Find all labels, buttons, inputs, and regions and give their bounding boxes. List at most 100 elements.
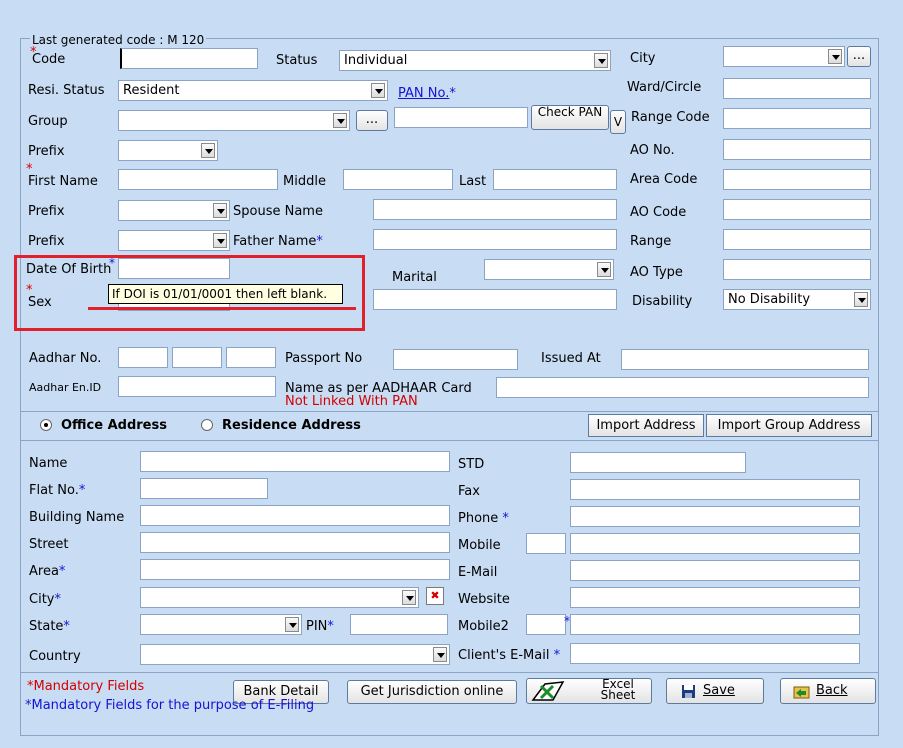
last-name-input[interactable] bbox=[493, 169, 617, 190]
father-prefix-select[interactable] bbox=[118, 230, 230, 251]
building-name-input[interactable] bbox=[140, 505, 450, 526]
mobile-input[interactable] bbox=[570, 533, 860, 554]
excel-sheet-button[interactable]: Excel Sheet bbox=[526, 678, 652, 704]
code-input[interactable] bbox=[120, 48, 258, 69]
std-input[interactable] bbox=[570, 452, 746, 473]
group-select[interactable] bbox=[118, 110, 350, 131]
disability-select[interactable]: No Disability bbox=[723, 289, 871, 310]
back-button[interactable]: Back bbox=[780, 678, 876, 704]
state-select[interactable] bbox=[140, 614, 302, 635]
spouse-name-label: Spouse Name bbox=[233, 204, 323, 219]
mobile-code-input[interactable] bbox=[526, 533, 566, 554]
aadhar-en-id-input[interactable] bbox=[118, 376, 276, 397]
import-group-address-button[interactable]: Import Group Address bbox=[706, 414, 872, 437]
chevron-down-icon[interactable] bbox=[828, 49, 842, 64]
mobile-label: Mobile bbox=[458, 538, 501, 553]
range-code-input[interactable] bbox=[723, 108, 871, 129]
std-label: STD bbox=[458, 457, 485, 472]
ao-no-input[interactable] bbox=[723, 139, 871, 160]
marital-select[interactable] bbox=[484, 259, 614, 280]
email-input[interactable] bbox=[570, 560, 860, 581]
chevron-down-icon[interactable] bbox=[402, 590, 416, 605]
group-browse-button[interactable]: ... bbox=[356, 110, 388, 131]
ward-circle-input[interactable] bbox=[723, 78, 871, 99]
verify-button[interactable]: V bbox=[610, 110, 626, 134]
website-input[interactable] bbox=[570, 587, 860, 608]
resi-status-label: Resi. Status bbox=[28, 83, 105, 98]
addr-city-select[interactable] bbox=[140, 587, 419, 608]
clear-city-icon[interactable]: ✖ bbox=[426, 587, 444, 605]
check-pan-button[interactable]: Check PAN bbox=[531, 105, 609, 130]
issued-at-input[interactable] bbox=[621, 349, 869, 370]
mobile2-label: Mobile2 bbox=[458, 619, 509, 634]
marital-detail-input[interactable] bbox=[373, 289, 617, 310]
status-select[interactable]: Individual bbox=[339, 50, 611, 71]
fax-label: Fax bbox=[458, 484, 480, 499]
save-icon bbox=[682, 685, 695, 698]
addr-name-input[interactable] bbox=[140, 451, 450, 472]
aadhar-part1-input[interactable] bbox=[118, 347, 168, 368]
ao-type-label: AO Type bbox=[630, 265, 683, 280]
ward-circle-label: Ward/Circle bbox=[627, 80, 702, 95]
flat-no-input[interactable] bbox=[140, 478, 268, 499]
clients-email-input[interactable] bbox=[570, 643, 860, 664]
father-prefix-label: Prefix bbox=[28, 234, 65, 249]
ao-type-input[interactable] bbox=[723, 259, 871, 280]
first-name-input[interactable] bbox=[118, 169, 278, 190]
office-address-radio[interactable] bbox=[40, 419, 52, 431]
range-input[interactable] bbox=[723, 229, 871, 250]
resi-status-select[interactable]: Resident bbox=[118, 80, 388, 101]
pan-input[interactable] bbox=[394, 107, 528, 128]
city-browse-button[interactable]: ... bbox=[847, 46, 871, 67]
import-address-button[interactable]: Import Address bbox=[588, 414, 704, 437]
pan-no-label[interactable]: PAN No.* bbox=[398, 86, 456, 102]
spouse-prefix-select[interactable] bbox=[118, 200, 230, 221]
area-input[interactable] bbox=[140, 559, 450, 580]
passport-no-input[interactable] bbox=[393, 349, 518, 370]
residence-address-tab[interactable]: Residence Address bbox=[222, 418, 361, 434]
office-address-tab[interactable]: Office Address bbox=[61, 418, 167, 434]
street-input[interactable] bbox=[140, 532, 450, 553]
father-name-input[interactable] bbox=[373, 229, 617, 250]
ao-code-input[interactable] bbox=[723, 199, 871, 220]
chevron-down-icon[interactable] bbox=[597, 262, 611, 277]
mobile2-code-input[interactable] bbox=[526, 614, 566, 635]
chevron-down-icon[interactable] bbox=[371, 83, 385, 98]
chevron-down-icon[interactable] bbox=[213, 203, 227, 218]
phone-input[interactable] bbox=[570, 506, 860, 527]
city-select[interactable] bbox=[723, 46, 845, 67]
flat-no-label: Flat No.* bbox=[29, 483, 86, 498]
mobile2-input[interactable] bbox=[570, 614, 860, 635]
pin-input[interactable] bbox=[350, 614, 448, 635]
residence-address-radio[interactable] bbox=[201, 419, 213, 431]
passport-no-label: Passport No bbox=[285, 351, 363, 366]
get-jurisdiction-button[interactable]: Get Jurisdiction online bbox=[347, 680, 517, 704]
addr-city-label: City* bbox=[29, 592, 61, 607]
country-select[interactable] bbox=[140, 644, 450, 665]
save-button[interactable]: Save bbox=[666, 678, 764, 704]
aadhar-part2-input[interactable] bbox=[172, 347, 222, 368]
aadhar-part3-input[interactable] bbox=[226, 347, 276, 368]
chevron-down-icon[interactable] bbox=[333, 113, 347, 128]
disability-label: Disability bbox=[632, 294, 693, 309]
addr-name-label: Name bbox=[29, 456, 68, 471]
status-label: Status bbox=[276, 53, 318, 68]
chevron-down-icon[interactable] bbox=[201, 143, 215, 158]
pin-label: PIN* bbox=[306, 619, 334, 634]
middle-name-input[interactable] bbox=[343, 169, 453, 190]
area-code-input[interactable] bbox=[723, 169, 871, 190]
chevron-down-icon[interactable] bbox=[594, 53, 608, 68]
fax-input[interactable] bbox=[570, 479, 860, 500]
name-as-aadhaar-input[interactable] bbox=[496, 377, 869, 398]
prefix-select[interactable] bbox=[118, 140, 218, 161]
chevron-down-icon[interactable] bbox=[213, 233, 227, 248]
ao-no-label: AO No. bbox=[630, 143, 675, 158]
mandatory-efiling-note: *Mandatory Fields for the purpose of E-F… bbox=[25, 698, 315, 713]
state-label: State* bbox=[29, 619, 70, 634]
chevron-down-icon[interactable] bbox=[433, 647, 447, 662]
divider bbox=[20, 672, 879, 673]
chevron-down-icon[interactable] bbox=[854, 292, 868, 307]
country-label: Country bbox=[29, 649, 81, 664]
chevron-down-icon[interactable] bbox=[285, 617, 299, 632]
spouse-name-input[interactable] bbox=[373, 199, 617, 220]
